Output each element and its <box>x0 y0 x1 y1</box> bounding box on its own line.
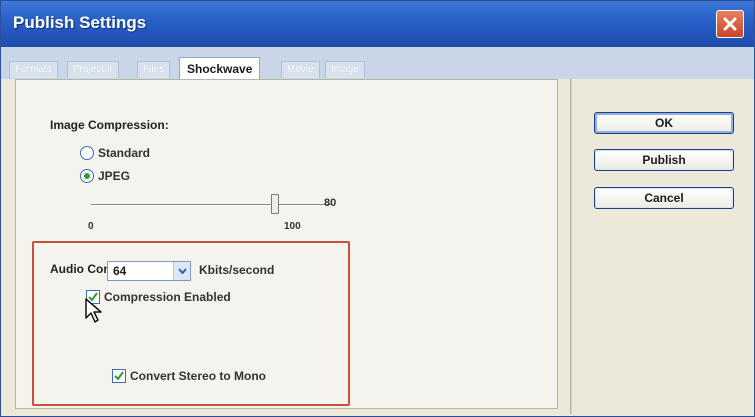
bitrate-unit-label: Kbits/second <box>199 263 275 277</box>
tab-projector[interactable]: Projector <box>67 61 120 78</box>
quality-slider-track[interactable] <box>91 204 331 206</box>
quality-value: 80 <box>324 197 337 209</box>
bitrate-value: 64 <box>113 264 127 278</box>
radio-standard-label: Standard <box>98 146 151 160</box>
tab-files[interactable]: Files <box>137 61 171 78</box>
slider-max-label: 100 <box>284 221 301 232</box>
publish-settings-dialog: Publish Settings Formats Projector Files… <box>0 0 755 417</box>
quality-slider-thumb[interactable] <box>271 194 279 214</box>
radio-standard-row[interactable]: Standard <box>80 146 150 160</box>
compression-enabled-label: Compression Enabled <box>104 290 231 304</box>
dropdown-arrow[interactable] <box>173 262 190 280</box>
radio-jpeg-label: JPEG <box>98 169 131 183</box>
chevron-down-icon <box>177 268 187 274</box>
close-icon <box>723 17 737 31</box>
tab-strip: Formats Projector Files Shockwave Movie … <box>1 47 754 79</box>
convert-stereo-row[interactable]: Convert Stereo to Mono <box>112 369 266 383</box>
tab-image[interactable]: Image <box>325 61 365 78</box>
shockwave-panel: Image Compression: Standard JPEG 80 0 10… <box>15 79 558 409</box>
slider-min-label: 0 <box>88 221 94 232</box>
compression-enabled-row[interactable]: Compression Enabled <box>86 290 231 304</box>
cancel-button[interactable]: Cancel <box>594 187 734 209</box>
mouse-pointer-icon <box>85 298 102 323</box>
close-button[interactable] <box>716 10 744 38</box>
radio-standard[interactable] <box>80 146 94 160</box>
bitrate-select[interactable]: 64 <box>107 261 191 281</box>
vertical-divider <box>570 79 572 414</box>
convert-stereo-checkbox[interactable] <box>112 369 126 383</box>
radio-jpeg-row[interactable]: JPEG <box>80 169 130 183</box>
dialog-title: Publish Settings <box>13 13 147 32</box>
checkmark-icon <box>114 371 124 381</box>
publish-button[interactable]: Publish <box>594 149 734 171</box>
convert-stereo-label: Convert Stereo to Mono <box>130 369 267 383</box>
tab-formats[interactable]: Formats <box>9 61 58 78</box>
ok-button[interactable]: OK <box>594 112 734 134</box>
image-compression-label: Image Compression: <box>50 118 169 132</box>
tab-movie[interactable]: Movie <box>281 61 320 78</box>
tab-shockwave[interactable]: Shockwave <box>179 57 261 79</box>
title-bar: Publish Settings <box>1 1 754 47</box>
radio-jpeg[interactable] <box>80 169 94 183</box>
